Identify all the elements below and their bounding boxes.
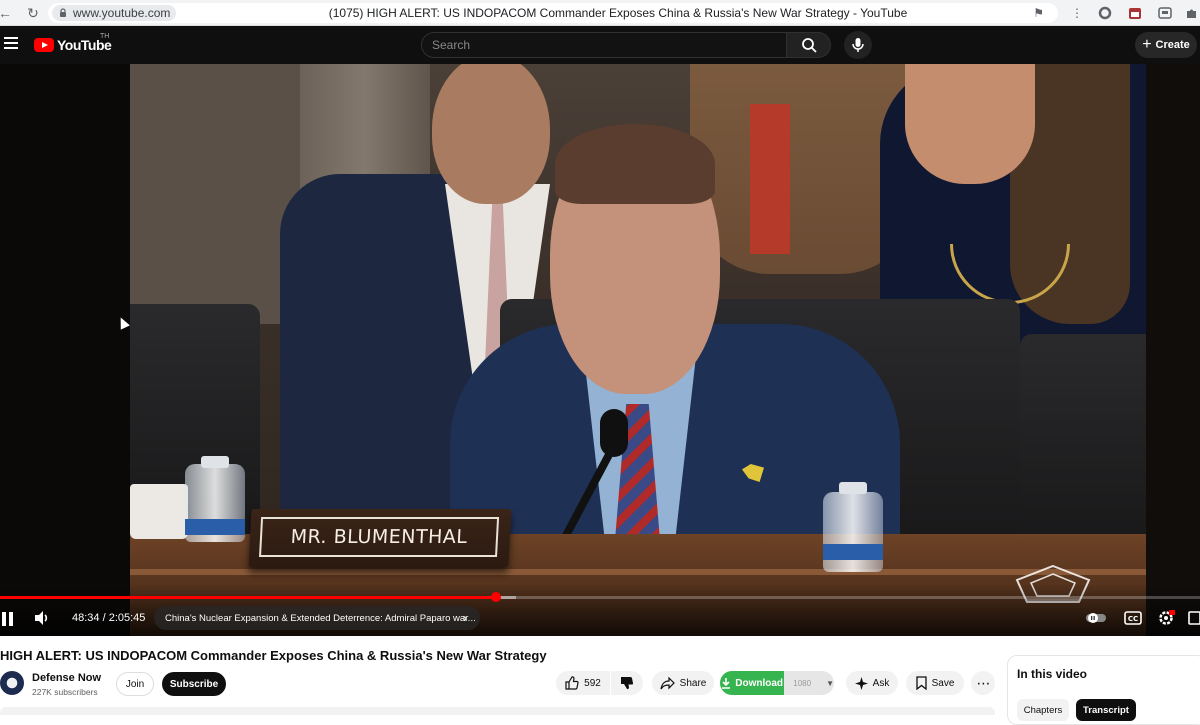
captions-button[interactable]: CC: [1124, 607, 1142, 629]
extension-ring-icon[interactable]: [1096, 4, 1114, 22]
bottle-label-right: [823, 544, 883, 560]
download-quality[interactable]: 1080: [789, 679, 811, 688]
voice-search-button[interactable]: [844, 31, 872, 59]
staffer-head: [905, 64, 1035, 184]
pause-icon: [2, 612, 6, 626]
autoplay-toggle[interactable]: [1086, 607, 1106, 629]
video-player[interactable]: MR. BLUMENTHAL 48:34 / 2:05:45 China's N…: [0, 64, 1200, 636]
time-display: 48:34 / 2:05:45: [72, 612, 146, 624]
desk-edge: [130, 569, 1146, 575]
extension-puzzle-icon[interactable]: [1183, 4, 1200, 22]
url-text: www.youtube.com: [73, 6, 171, 20]
settings-button[interactable]: [1156, 607, 1176, 629]
pause-button[interactable]: [2, 612, 16, 626]
nameplate-text: MR. BLUMENTHAL: [259, 517, 500, 557]
more-horizontal-icon: ⋯: [976, 674, 991, 691]
miniplayer-button[interactable]: [1188, 607, 1200, 629]
chapter-button[interactable]: China's Nuclear Expansion & Extended Det…: [154, 606, 480, 630]
chapter-title: China's Nuclear Expansion & Extended Det…: [165, 612, 476, 624]
search-input[interactable]: [421, 32, 788, 58]
thumbs-up-icon: [565, 676, 579, 690]
sparkle-icon: [854, 676, 868, 690]
like-button[interactable]: 592: [556, 671, 610, 695]
create-label: Create: [1155, 39, 1190, 51]
aide-head: [432, 64, 550, 204]
address-bar[interactable]: www.youtube.com (1075) HIGH ALERT: US IN…: [48, 3, 1058, 23]
scrubber-handle[interactable]: [490, 592, 501, 602]
autoplay-icon: [1086, 613, 1106, 623]
miniplayer-icon: [1188, 611, 1200, 625]
bottle-label-left: [185, 519, 245, 535]
water-bottle-right: [823, 492, 883, 572]
tab-chapters[interactable]: Chapters: [1017, 699, 1069, 721]
youtube-play-icon: [34, 38, 54, 52]
tab-title: (1075) HIGH ALERT: US INDOPACOM Commande…: [328, 6, 908, 20]
plus-icon: +: [1142, 36, 1152, 53]
description-box-edge: [0, 707, 995, 715]
download-button[interactable]: Download 1080 ▼: [720, 671, 834, 695]
letterbox-right: [1146, 64, 1200, 636]
svg-text:CC: CC: [1128, 615, 1138, 623]
browser-toolbar: ← ↻ www.youtube.com (1075) HIGH ALERT: U…: [0, 0, 1200, 26]
thumbs-down-icon: [621, 676, 634, 690]
tab-transcript[interactable]: Transcript: [1076, 699, 1136, 721]
bottle-cap-left: [201, 456, 229, 468]
share-icon: [660, 676, 675, 689]
panel-title: In this video: [1017, 667, 1088, 681]
chevron-right-icon: ›: [463, 611, 467, 625]
ask-button[interactable]: Ask: [846, 671, 898, 695]
save-button[interactable]: Save: [906, 671, 964, 695]
video-title: HIGH ALERT: US INDOPACOM Commander Expos…: [0, 648, 547, 663]
channel-avatar[interactable]: [0, 671, 24, 695]
channel-name[interactable]: Defense Now: [32, 672, 101, 684]
speaker-hair: [555, 124, 715, 204]
back-icon[interactable]: ←: [0, 2, 16, 24]
extension-calendar-icon[interactable]: [1126, 4, 1144, 22]
bookmark-save-icon: [915, 676, 927, 690]
bottle-cap-right: [839, 482, 867, 494]
paper-cup: [130, 484, 188, 539]
menu-icon[interactable]: [4, 37, 18, 49]
join-button[interactable]: Join: [116, 672, 154, 696]
download-action[interactable]: Download: [720, 671, 785, 695]
share-label: Share: [679, 677, 707, 689]
microphone-icon: [852, 38, 864, 52]
search-button[interactable]: [787, 32, 831, 58]
progress-played: [0, 596, 496, 599]
subscriber-count: 227K subscribers: [32, 687, 98, 697]
like-count: 592: [584, 677, 601, 689]
search-box: [421, 32, 831, 58]
reload-icon[interactable]: ↻: [22, 2, 44, 24]
staffer-red-top: [750, 104, 790, 254]
download-icon: [722, 677, 731, 689]
bookmark-icon[interactable]: ⚑: [1033, 6, 1044, 20]
nameplate: MR. BLUMENTHAL: [248, 509, 512, 567]
site-info-icon[interactable]: [58, 8, 68, 18]
url-chip[interactable]: www.youtube.com: [52, 5, 177, 21]
download-label: Download: [735, 677, 784, 689]
ask-label: Ask: [872, 677, 890, 689]
progress-bar[interactable]: [0, 592, 1200, 602]
volume-icon[interactable]: [34, 610, 50, 626]
caret-down-icon[interactable]: ▼: [826, 679, 834, 688]
letterbox-left: [0, 64, 130, 636]
dislike-button[interactable]: [611, 671, 643, 695]
more-actions-button[interactable]: ⋯: [971, 671, 995, 695]
share-button[interactable]: Share: [652, 671, 714, 695]
country-code: TH: [100, 33, 110, 40]
captions-icon: CC: [1124, 611, 1142, 625]
gear-icon: [1159, 610, 1175, 625]
create-button[interactable]: + Create: [1135, 32, 1197, 58]
extension-box-icon[interactable]: [1156, 4, 1174, 22]
video-frame: MR. BLUMENTHAL: [130, 64, 1146, 636]
save-label: Save: [931, 677, 955, 689]
menu-dots-icon[interactable]: ⋮: [1068, 4, 1086, 22]
search-icon: [801, 38, 817, 53]
subscribe-button[interactable]: Subscribe: [162, 672, 226, 696]
